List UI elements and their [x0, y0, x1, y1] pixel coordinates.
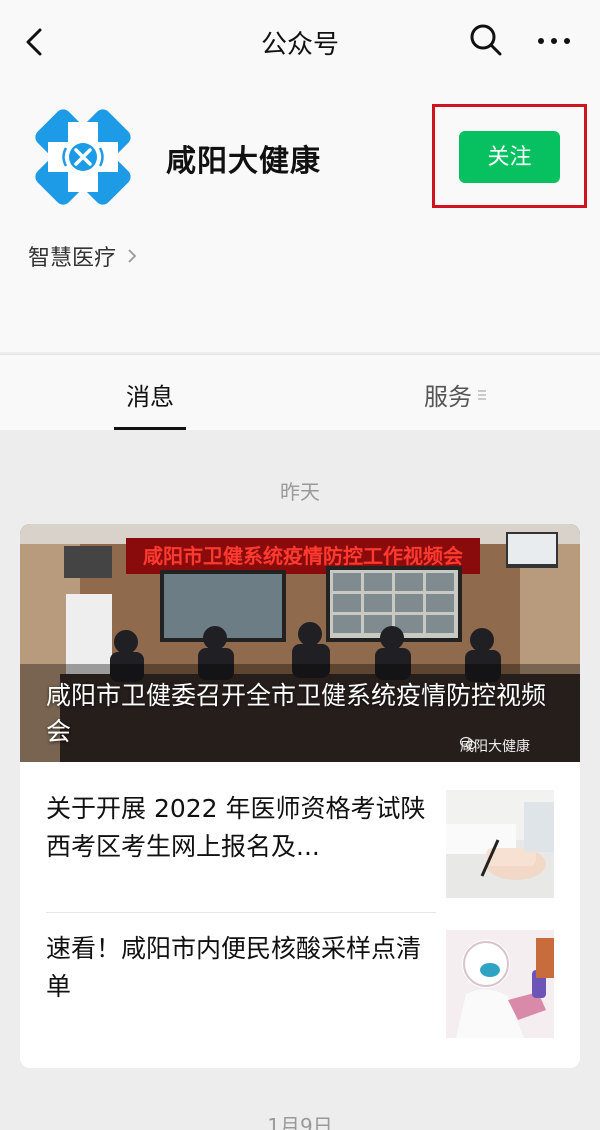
tab-bar: 消息 服务	[0, 354, 600, 430]
tab-services-label: 服务	[424, 383, 472, 411]
article-item[interactable]: 速看！咸阳市内便民核酸采样点清单	[20, 914, 580, 1054]
navigation-bar: 公众号	[0, 0, 600, 84]
cover-banner-text: 咸阳市卫健系统疫情防控工作视频会	[143, 544, 463, 568]
article-title: 关于开展 2022 年医师资格考试陕西考区考生网上报名及...	[46, 794, 426, 861]
account-header: 公众号 咸阳大健康 关注 智慧医疗	[0, 0, 600, 352]
search-icon[interactable]	[468, 22, 504, 58]
page-title: 公众号	[260, 30, 339, 60]
menu-lines-icon	[478, 389, 486, 400]
article-item[interactable]: 关于开展 2022 年医师资格考试陕西考区考生网上报名及...	[20, 772, 580, 912]
category-link[interactable]: 智慧医疗	[28, 240, 138, 272]
account-logo	[35, 109, 131, 205]
article-thumbnail	[446, 930, 554, 1038]
account-name: 咸阳大健康	[166, 144, 321, 179]
follow-button[interactable]: 关注	[459, 131, 560, 183]
category-label: 智慧医疗	[28, 246, 117, 271]
date-divider: 1月9日	[267, 1114, 333, 1130]
tab-messages[interactable]: 消息	[114, 377, 186, 412]
cover-article[interactable]: 咸阳市卫健系统疫情防控工作视频会 咸阳市卫健委召开全市卫健系统疫情防控视频会 咸…	[20, 524, 580, 762]
more-options-icon[interactable]	[534, 26, 574, 56]
chevron-right-icon	[128, 249, 137, 263]
article-card: 咸阳市卫健系统疫情防控工作视频会 咸阳市卫健委召开全市卫健系统疫情防控视频会 咸…	[20, 524, 580, 1068]
tab-services[interactable]: 服务	[424, 377, 488, 412]
article-title: 速看！咸阳市内便民核酸采样点清单	[46, 934, 422, 1001]
active-tab-indicator	[114, 427, 186, 430]
date-divider: 昨天	[280, 480, 320, 504]
wechat-icon	[460, 736, 476, 750]
article-thumbnail	[446, 790, 554, 898]
item-divider	[46, 912, 436, 913]
cover-watermark: 咸阳大健康	[460, 736, 530, 756]
